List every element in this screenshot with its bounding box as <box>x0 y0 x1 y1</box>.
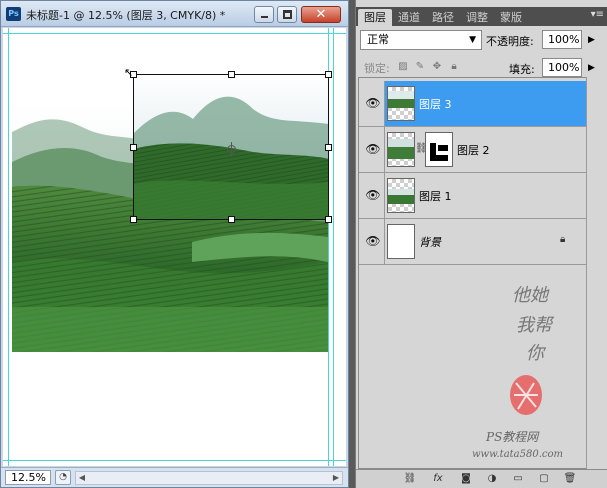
visibility-toggle[interactable]: 👁︎ <box>359 127 385 172</box>
layer-row-layer-3[interactable]: 👁︎ 图层 3 <box>359 81 586 127</box>
maximize-button[interactable] <box>277 6 297 23</box>
rotate-cursor-icon: ↖ <box>124 66 134 79</box>
eye-icon: 👁︎ <box>365 96 381 110</box>
layer-thumbnail <box>387 178 415 213</box>
adjustment-layer-icon[interactable]: ◑ <box>484 472 500 486</box>
layer-row-background[interactable]: 👁︎ 背景 🔒︎ <box>359 219 586 265</box>
scroll-left-icon[interactable]: ◀ <box>76 472 88 484</box>
guide-line <box>3 460 346 461</box>
add-mask-icon[interactable]: ◙ <box>458 472 474 486</box>
lock-label: 锁定: <box>364 62 390 75</box>
layers-panel-footer: ⛓ fx ◙ ◑ ▭ ▢ 🗑︎ <box>356 469 607 488</box>
opacity-field[interactable]: 100% <box>542 30 582 49</box>
lock-icon: 🔒︎ <box>560 234 566 245</box>
document-status-bar: 12.5% ◔ ◀ ▶ <box>1 467 348 487</box>
watermark-text: 他她 <box>512 285 550 306</box>
transform-reference-point-icon[interactable] <box>227 142 236 157</box>
layer-row-layer-2[interactable]: 👁︎ ⛓ 图层 2 <box>359 127 586 173</box>
document-titlebar[interactable]: Ps 未标题-1 @ 12.5% (图层 3, CMYK/8) * ✕ <box>1 1 348 27</box>
layer-row-layer-1[interactable]: 👁︎ 图层 1 <box>359 173 586 219</box>
transform-handle[interactable] <box>325 144 332 151</box>
layer-thumbnail <box>387 86 415 121</box>
watermark-site-name: PS教程网 <box>485 430 540 444</box>
dropdown-arrow-icon: ▼ <box>469 35 476 45</box>
transform-handle[interactable] <box>228 216 235 223</box>
delete-layer-trash-icon[interactable]: 🗑︎ <box>562 472 578 486</box>
eye-icon: 👁︎ <box>365 234 381 248</box>
layer-name: 图层 1 <box>419 190 452 203</box>
opacity-label: 不透明度: <box>486 35 534 48</box>
document-canvas[interactable]: ↖ <box>3 28 346 466</box>
layer-name: 图层 3 <box>419 98 452 111</box>
layers-list: 👁︎ 图层 3 👁︎ ⛓ 图层 2 👁︎ 图层 1 👁︎ 背景 🔒︎ 他她 我帮… <box>358 77 586 469</box>
layers-panel: 图层 通道 路径 调整 蒙版 ▾≡ 正常 ▼ 不透明度: 100% ▶ 锁定: … <box>355 0 607 488</box>
tab-masks[interactable]: 蒙版 <box>494 9 528 26</box>
watermark-text: 我帮 <box>516 315 555 336</box>
guide-line <box>333 28 334 466</box>
panel-tab-bar: 图层 通道 路径 调整 蒙版 ▾≡ <box>356 7 607 26</box>
transform-handle[interactable] <box>325 71 332 78</box>
close-icon: ✕ <box>315 7 327 22</box>
layer-thumbnail <box>387 224 415 259</box>
document-title: 未标题-1 @ 12.5% (图层 3, CMYK/8) * <box>26 9 226 22</box>
scroll-right-icon[interactable]: ▶ <box>330 472 342 484</box>
minimize-button[interactable] <box>254 6 274 23</box>
transform-handle[interactable] <box>325 216 332 223</box>
link-layers-icon[interactable]: ⛓ <box>402 472 418 486</box>
photoshop-logo-icon: Ps <box>6 7 21 21</box>
watermark-logo: 他她 我帮 你 PS教程网 www.tata580.com <box>472 285 563 460</box>
guide-line <box>8 28 9 466</box>
layers-vertical-scrollbar[interactable] <box>586 77 606 469</box>
tab-layers[interactable]: 图层 <box>358 9 392 26</box>
blend-mode-value: 正常 <box>367 33 389 46</box>
visibility-toggle[interactable]: 👁︎ <box>359 173 385 218</box>
horizontal-scrollbar[interactable]: ◀ ▶ <box>75 471 343 485</box>
transform-handle[interactable] <box>228 71 235 78</box>
lock-all-icon[interactable]: 🔒︎ <box>447 60 461 74</box>
transform-handle[interactable] <box>130 216 137 223</box>
layer-thumbnail <box>387 132 415 167</box>
tab-channels[interactable]: 通道 <box>392 9 426 26</box>
lock-position-move-icon[interactable]: ✥ <box>430 60 444 74</box>
panel-menu-icon[interactable]: ▾≡ <box>591 9 604 20</box>
guide-line <box>3 33 346 34</box>
status-menu-icon[interactable]: ◔ <box>55 470 71 485</box>
lock-transparency-icon[interactable]: ▨ <box>396 60 410 74</box>
minimize-icon <box>261 16 268 18</box>
new-group-folder-icon[interactable]: ▭ <box>510 472 526 486</box>
eye-icon: 👁︎ <box>365 142 381 156</box>
transform-handle[interactable] <box>130 144 137 151</box>
fill-field[interactable]: 100% <box>542 58 582 77</box>
tab-paths[interactable]: 路径 <box>426 9 460 26</box>
lock-pixels-brush-icon[interactable]: ✎ <box>413 60 427 74</box>
layer-name: 背景 <box>419 236 441 249</box>
maximize-icon <box>283 10 292 19</box>
red-seal-stamp <box>510 375 542 415</box>
photoshop-screen: Ps 未标题-1 @ 12.5% (图层 3, CMYK/8) * ✕ ↖ 12… <box>0 0 607 488</box>
eye-icon: 👁︎ <box>365 188 381 202</box>
watermark-text: 你 <box>526 343 547 364</box>
layer-mask-thumbnail[interactable] <box>425 132 453 167</box>
close-button[interactable]: ✕ <box>301 6 341 23</box>
tab-adjustments[interactable]: 调整 <box>460 9 494 26</box>
visibility-toggle[interactable]: 👁︎ <box>359 81 385 126</box>
layer-name: 图层 2 <box>457 144 490 157</box>
fill-label: 填充: <box>509 63 535 76</box>
document-window: Ps 未标题-1 @ 12.5% (图层 3, CMYK/8) * ✕ ↖ 12… <box>0 0 349 488</box>
opacity-slider-arrow-icon[interactable]: ▶ <box>588 35 595 45</box>
zoom-level-field[interactable]: 12.5% <box>5 470 51 485</box>
new-layer-icon[interactable]: ▢ <box>536 472 552 486</box>
visibility-toggle[interactable]: 👁︎ <box>359 219 385 264</box>
fill-slider-arrow-icon[interactable]: ▶ <box>588 63 595 73</box>
watermark-url: www.tata580.com <box>472 449 563 460</box>
blend-mode-select[interactable]: 正常 ▼ <box>360 30 482 50</box>
fx-layer-style-icon[interactable]: fx <box>430 472 446 486</box>
